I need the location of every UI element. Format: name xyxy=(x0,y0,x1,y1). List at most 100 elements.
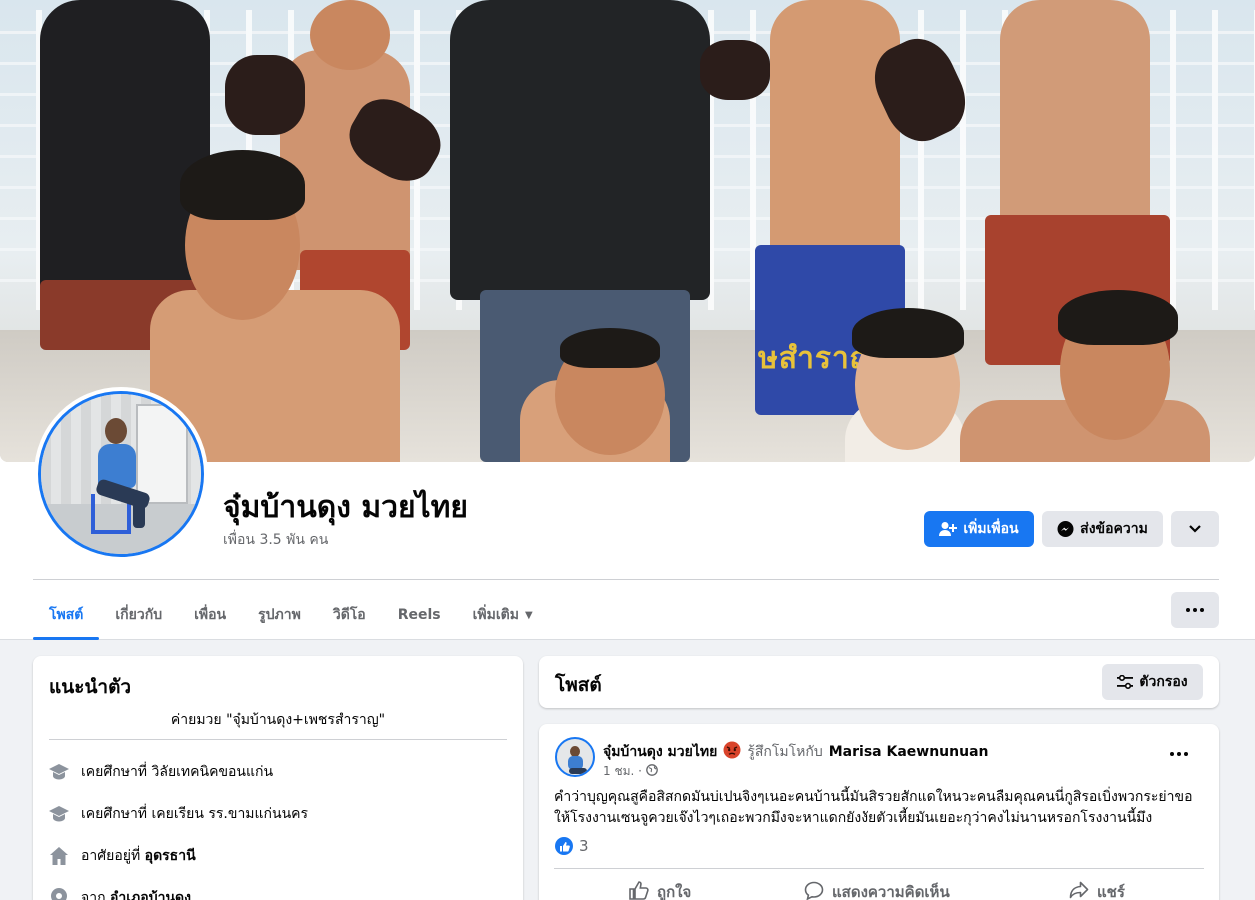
intro-item-from: จาก อำเภอบ้านดุง xyxy=(49,886,191,900)
tab-about[interactable]: เกี่ยวกับ xyxy=(99,590,178,640)
post-timestamp[interactable]: 1 ชม. · xyxy=(603,762,642,781)
intro-item-prefix: เคยศึกษาที่ xyxy=(81,764,152,780)
friend-count[interactable]: เพื่อน 3.5 พัน คน xyxy=(223,529,328,551)
share-button[interactable]: แชร์ xyxy=(1069,876,1125,900)
post-author-avatar[interactable] xyxy=(555,737,595,777)
tabs-more-options-button[interactable] xyxy=(1171,592,1219,628)
like-label: ถูกใจ xyxy=(657,883,692,900)
tab-posts[interactable]: โพสต์ xyxy=(33,590,100,640)
tab-label: รูปภาพ xyxy=(258,607,301,623)
tab-photos[interactable]: รูปภาพ xyxy=(242,590,317,640)
profile-avatar-ring[interactable] xyxy=(34,387,208,561)
profile-name: จุ๋มบ้านดุง มวยไทย xyxy=(223,490,468,525)
header-divider xyxy=(33,579,1219,580)
cover-figure xyxy=(1058,290,1178,345)
posts-header-card: โพสต์ ตัวกรอง xyxy=(539,656,1219,708)
intro-item-lives-in: อาศัยอยู่ที่ อุดรธานี xyxy=(49,844,196,868)
intro-item-value[interactable]: เคยเรียน รร.ขามแก่นนคร xyxy=(152,806,309,822)
comment-button[interactable]: แสดงความคิดเห็น xyxy=(804,876,950,900)
tab-videos[interactable]: วิดีโอ xyxy=(317,590,382,640)
posts-title: โพสต์ xyxy=(555,674,602,696)
intro-card: แนะนำตัว ค่ายมวย "จุ๋มบ้านดุง+เพชรสำราญ"… xyxy=(33,656,523,900)
profile-header: ษสำราญ จุ๋มบ้านดุง มวยไทย เพื่อน 3.5 พัน… xyxy=(0,0,1255,640)
tab-more[interactable]: เพิ่มเติม ▼ xyxy=(457,590,549,640)
intro-item-text: อาศัยอยู่ที่ อุดรธานี xyxy=(81,845,196,867)
cover-glove xyxy=(225,55,305,135)
avatar-person-head xyxy=(105,418,127,444)
message-button[interactable]: ส่งข้อความ xyxy=(1042,511,1163,547)
post-author-row: จุ๋มบ้านดุง มวยไทย รู้สึกโมโหกับ Marisa … xyxy=(603,741,988,763)
add-friend-label: เพิ่มเพื่อน xyxy=(963,521,1019,537)
intro-item-education: เคยศึกษาที่ เคยเรียน รร.ขามแก่นนคร xyxy=(49,802,308,826)
post-actions-divider xyxy=(554,868,1204,869)
post-feeling: รู้สึกโมโหกับ xyxy=(747,744,823,760)
intro-item-prefix: เคยศึกษาที่ xyxy=(81,806,152,822)
intro-title: แนะนำตัว xyxy=(49,676,132,698)
tab-reels[interactable]: Reels xyxy=(382,590,457,640)
globe-icon xyxy=(646,764,658,779)
location-pin-icon xyxy=(49,888,69,900)
cover-figure xyxy=(770,0,900,260)
intro-item-value[interactable]: อำเภอบ้านดุง xyxy=(110,890,191,900)
post-meta: 1 ชม. · xyxy=(603,762,658,781)
tab-label: เพิ่มเติม xyxy=(472,607,519,623)
caret-down-icon: ▼ xyxy=(524,609,533,621)
post-more-options-button[interactable] xyxy=(1161,744,1197,764)
filter-label: ตัวกรอง xyxy=(1139,674,1188,690)
intro-item-education: เคยศึกษาที่ วิลัยเทคนิคขอนแก่น xyxy=(49,760,273,784)
dot xyxy=(1200,608,1204,612)
add-friend-icon xyxy=(939,521,958,537)
share-label: แชร์ xyxy=(1097,883,1125,900)
comment-label: แสดงความคิดเห็น xyxy=(832,883,950,900)
dot xyxy=(1186,608,1190,612)
filter-button[interactable]: ตัวกรอง xyxy=(1102,664,1203,700)
reaction-count: 3 xyxy=(579,837,589,855)
intro-item-prefix: จาก xyxy=(81,890,110,900)
tab-label: เพื่อน xyxy=(194,607,227,623)
angry-emoji-icon xyxy=(723,741,741,763)
intro-item-value[interactable]: วิลัยเทคนิคขอนแก่น xyxy=(152,764,274,780)
post-text: คำว่าบุญคุณสูคือสิสกดมันบ่เปนจิงๆเนอะคนบ… xyxy=(554,787,1204,829)
intro-item-text: เคยศึกษาที่ วิลัยเทคนิคขอนแก่น xyxy=(81,761,273,783)
intro-item-text: เคยศึกษาที่ เคยเรียน รร.ขามแก่นนคร xyxy=(81,803,308,825)
cover-figure xyxy=(1000,0,1150,230)
post-card: จุ๋มบ้านดุง มวยไทย รู้สึกโมโหกับ Marisa … xyxy=(539,724,1219,900)
graduation-cap-icon xyxy=(49,762,69,782)
intro-item-value[interactable]: อุดรธานี xyxy=(145,848,196,864)
tab-label: Reels xyxy=(397,607,441,623)
profile-more-dropdown-button[interactable] xyxy=(1171,511,1219,547)
post-reactions[interactable]: 3 xyxy=(555,837,589,855)
intro-item-text: จาก อำเภอบ้านดุง xyxy=(81,887,191,900)
add-friend-button[interactable]: เพิ่มเพื่อน xyxy=(924,511,1034,547)
home-icon xyxy=(49,846,69,866)
avatar-person-legs xyxy=(569,768,587,774)
thumbs-up-icon xyxy=(629,880,649,900)
avatar-person-legs xyxy=(133,494,145,528)
post-text-line: คำว่าบุญคุณสูคือสิสกดมันบ่เปนจิงๆเนอะคนบ… xyxy=(554,789,1193,805)
cover-photo[interactable]: ษสำราญ xyxy=(0,0,1255,462)
cover-figure xyxy=(40,0,210,300)
post-tagged-user[interactable]: Marisa Kaewnunuan xyxy=(829,744,989,760)
avatar-door xyxy=(136,404,188,504)
dot xyxy=(1193,608,1197,612)
tab-label: เกี่ยวกับ xyxy=(115,607,163,623)
tab-friends[interactable]: เพื่อน xyxy=(178,590,242,640)
intro-divider xyxy=(49,739,507,740)
post-author-name[interactable]: จุ๋มบ้านดุง มวยไทย xyxy=(603,741,717,763)
like-reaction-icon xyxy=(555,837,573,855)
chevron-down-icon xyxy=(1188,524,1202,534)
comment-icon xyxy=(804,881,824,900)
tab-label: วิดีโอ xyxy=(332,607,366,623)
profile-avatar[interactable] xyxy=(38,391,204,557)
cover-figure xyxy=(310,0,390,70)
cover-figure xyxy=(180,150,305,220)
graduation-cap-icon xyxy=(49,804,69,824)
message-label: ส่งข้อความ xyxy=(1080,521,1148,537)
like-button[interactable]: ถูกใจ xyxy=(629,876,691,900)
post-text-line: ให้โรงงานเซนจูควยเจ๊งไวๆเถอะพวกมึงจะหาแด… xyxy=(554,810,1153,826)
filter-icon xyxy=(1117,675,1134,689)
cover-figure xyxy=(450,0,710,300)
intro-bio: ค่ายมวย "จุ๋มบ้านดุง+เพชรสำราญ" xyxy=(170,712,386,728)
cover-glove xyxy=(700,40,770,100)
tab-label: โพสต์ xyxy=(49,607,84,623)
